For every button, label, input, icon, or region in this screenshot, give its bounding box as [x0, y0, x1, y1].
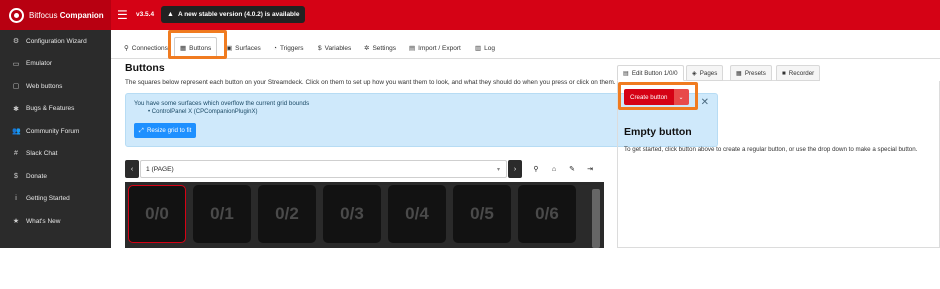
editor-panel: ▤ Edit Button 1/0/0 ◈ Pages ▦ Presets ■ Reco… — [617, 65, 940, 248]
brand-title: Bitfocus Companion — [29, 10, 104, 20]
dollar-icon: $ — [14, 172, 18, 180]
sidebar-item-emulator[interactable]: ▭ Emulator — [0, 53, 111, 76]
tab-connections[interactable]: ⚲ Connections — [124, 37, 168, 59]
users-icon: 👥 — [12, 128, 21, 136]
file-icon: ▤ — [409, 45, 416, 52]
search-icon[interactable]: ⚲ — [528, 160, 544, 178]
grid-button[interactable]: 0/0 — [128, 185, 186, 243]
overflow-alert-text: You have some surfaces which overflow th… — [134, 100, 310, 107]
create-button-highlight — [618, 82, 698, 110]
button-grid: 0/0 0/1 0/2 0/3 0/4 0/5 0/6 — [125, 182, 604, 248]
chevron-down-icon: ▾ — [496, 167, 500, 173]
bitfocus-logo-icon — [9, 7, 24, 23]
chevron-right-icon[interactable]: › — [508, 160, 522, 178]
tab-log[interactable]: ▥ Log — [475, 37, 495, 59]
empty-button-description: To get started, click button above to cr… — [624, 146, 918, 153]
empty-button-title: Empty button — [624, 126, 692, 138]
main-content: ⚲ Connections ▦ Buttons ▣ Surfaces ◔ Trigger… — [111, 30, 940, 248]
update-notice-text: A new stable version (4.0.2) is availabl… — [177, 11, 300, 18]
sidebar-item-community-forum[interactable]: 👥 Community Forum — [0, 120, 111, 143]
main-tabs: ⚲ Connections ▦ Buttons ▣ Surfaces ◔ Trigger… — [111, 37, 940, 59]
sidebar-item-configuration-wizard[interactable]: ⚙ Configuration Wizard — [0, 30, 111, 53]
info-icon: i — [15, 195, 17, 203]
buttons-tab-highlight — [168, 30, 227, 59]
top-bar: Bitfocus Companion ☰ v3.5.4 ▲ A new stab… — [0, 0, 940, 30]
overflow-alert-item: • ControlPanel X (CPCompanionPluginX) — [148, 109, 258, 115]
slack-icon: # — [14, 150, 18, 158]
brand[interactable]: Bitfocus Companion — [0, 0, 111, 30]
sidebar-item-slack-chat[interactable]: # Slack Chat — [0, 143, 111, 166]
layers-icon: ◈ — [692, 69, 697, 77]
tab-settings[interactable]: ✲ Settings — [364, 37, 396, 59]
warning-icon: ▲ — [167, 11, 174, 18]
sidebar-item-bugs-features[interactable]: ✱ Bugs & Features — [0, 98, 111, 121]
editor-tabs: ▤ Edit Button 1/0/0 ◈ Pages ▦ Presets ■ Reco… — [617, 65, 821, 81]
grid-scrollbar[interactable] — [592, 189, 600, 248]
star-icon: ★ — [12, 218, 20, 226]
buttons-title: Buttons — [125, 62, 165, 74]
sidebar: ⚙ Configuration Wizard ▭ Emulator ▢ Web but… — [0, 30, 111, 248]
presets-icon: ▦ — [736, 69, 742, 77]
tab-presets[interactable]: ▦ Presets — [730, 65, 772, 81]
clock-icon: ◔ — [273, 44, 277, 52]
resize-grid-button[interactable]: ⤢ Resize grid to fit — [134, 123, 197, 138]
update-notice-badge[interactable]: ▲ A new stable version (4.0.2) is availa… — [161, 6, 306, 23]
grid-button[interactable]: 0/1 — [193, 185, 251, 243]
gear-icon: ✲ — [364, 45, 370, 52]
tab-pages[interactable]: ◈ Pages — [686, 65, 724, 81]
tab-triggers[interactable]: ◔ Triggers — [273, 37, 304, 59]
version-label: v3.5.4 — [136, 11, 155, 18]
sidebar-item-getting-started[interactable]: i Getting Started — [0, 188, 111, 211]
grid-button[interactable]: 0/4 — [388, 185, 446, 243]
emulator-icon: ▭ — [12, 60, 20, 68]
expand-icon: ⤢ — [139, 126, 144, 134]
grid-button[interactable]: 0/6 — [518, 185, 576, 243]
grid-button[interactable]: 0/5 — [453, 185, 511, 243]
grid-button[interactable]: 0/2 — [258, 185, 316, 243]
page-select[interactable]: 1 (PAGE) ▾ — [140, 160, 507, 178]
pencil-icon[interactable]: ✎ — [564, 160, 580, 178]
buttons-description: The squares below represent each button … — [125, 79, 616, 86]
video-icon: ■ — [782, 69, 786, 77]
tab-recorder[interactable]: ■ Recorder — [776, 65, 821, 81]
log-icon: ▥ — [475, 45, 482, 52]
hamburger-icon[interactable]: ☰ — [117, 9, 128, 21]
tab-variables[interactable]: $ Variables — [318, 37, 351, 59]
sidebar-item-whats-new[interactable]: ★ What's New — [0, 210, 111, 233]
dollar-icon: $ — [318, 44, 322, 52]
bug-icon: ✱ — [13, 105, 19, 113]
tab-edit-button[interactable]: ▤ Edit Button 1/0/0 — [617, 65, 684, 81]
calculator-icon: ▤ — [623, 69, 629, 77]
sidebar-item-donate[interactable]: $ Donate — [0, 165, 111, 188]
grid-button[interactable]: 0/3 — [323, 185, 381, 243]
tab-import-export[interactable]: ▤ Import / Export — [409, 37, 461, 59]
export-icon[interactable]: ⇥ — [582, 160, 598, 178]
plug-icon: ⚲ — [124, 45, 129, 52]
web-buttons-icon: ▢ — [12, 83, 20, 91]
chevron-left-icon[interactable]: ‹ — [125, 160, 139, 178]
wizard-icon: ⚙ — [12, 38, 20, 46]
companion-app: Bitfocus Companion ☰ v3.5.4 ▲ A new stab… — [0, 0, 940, 248]
sidebar-item-web-buttons[interactable]: ▢ Web buttons — [0, 75, 111, 98]
tab-surfaces[interactable]: ▣ Surfaces — [226, 37, 261, 59]
home-icon[interactable]: ⌂ — [546, 160, 562, 178]
